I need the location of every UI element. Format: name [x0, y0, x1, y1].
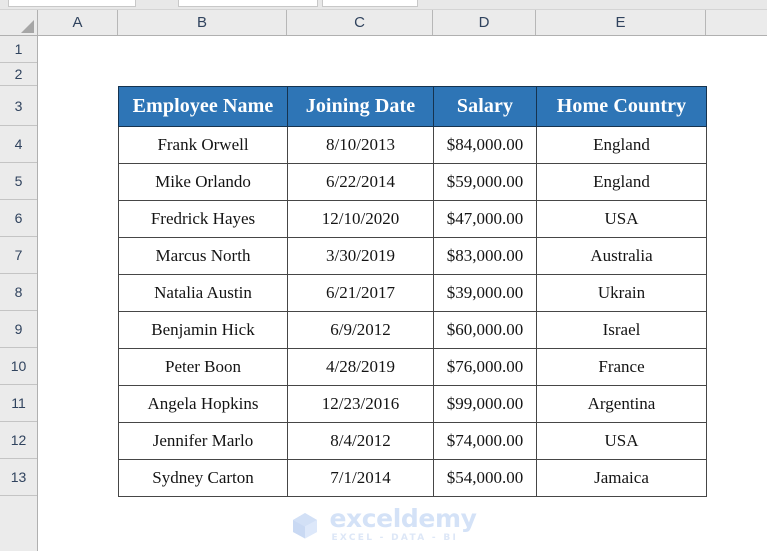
cell-salary[interactable]: $47,000.00: [433, 200, 537, 238]
cell-joining-date[interactable]: 3/30/2019: [287, 237, 434, 275]
row-header-5[interactable]: 5: [0, 163, 37, 200]
cell-home-country[interactable]: England: [536, 126, 707, 164]
ribbon-control-2[interactable]: [178, 0, 318, 7]
cell-salary[interactable]: $74,000.00: [433, 422, 537, 460]
cell-home-country[interactable]: England: [536, 163, 707, 201]
table-row[interactable]: Angela Hopkins 12/23/2016 $99,000.00 Arg…: [118, 385, 707, 423]
cell-home-country[interactable]: Israel: [536, 311, 707, 349]
ribbon-control-1[interactable]: [8, 0, 136, 7]
select-all-triangle-icon: [21, 20, 34, 33]
table-row[interactable]: Jennifer Marlo 8/4/2012 $74,000.00 USA: [118, 422, 707, 460]
row-header-2[interactable]: 2: [0, 63, 37, 86]
column-header-e[interactable]: E: [536, 10, 706, 35]
cell-employee-name[interactable]: Frank Orwell: [118, 126, 288, 164]
cell-home-country[interactable]: Argentina: [536, 385, 707, 423]
cell-salary[interactable]: $76,000.00: [433, 348, 537, 386]
row-header-band: 1 2 3 4 5 6 7 8 9 10 11 12 13: [0, 36, 38, 551]
table-row[interactable]: Benjamin Hick 6/9/2012 $60,000.00 Israel: [118, 311, 707, 349]
cell-joining-date[interactable]: 8/10/2013: [287, 126, 434, 164]
cell-employee-name[interactable]: Jennifer Marlo: [118, 422, 288, 460]
column-header-employee-name: Employee Name: [118, 86, 288, 127]
cell-employee-name[interactable]: Fredrick Hayes: [118, 200, 288, 238]
row-header-4[interactable]: 4: [0, 126, 37, 163]
table-body: Frank Orwell 8/10/2013 $84,000.00 Englan…: [118, 126, 707, 497]
spreadsheet-app: A B C D E 1 2 3 4 5 6 7 8 9 10 11 12 13: [0, 0, 767, 551]
table-header-row: Employee Name Joining Date Salary Home C…: [118, 86, 707, 127]
cell-home-country[interactable]: France: [536, 348, 707, 386]
column-header-d[interactable]: D: [433, 10, 536, 35]
row-header-7[interactable]: 7: [0, 237, 37, 274]
row-header-3[interactable]: 3: [0, 86, 37, 126]
ribbon-strip: [0, 0, 767, 10]
cell-salary[interactable]: $60,000.00: [433, 311, 537, 349]
cell-employee-name[interactable]: Natalia Austin: [118, 274, 288, 312]
table-row[interactable]: Sydney Carton 7/1/2014 $54,000.00 Jamaic…: [118, 459, 707, 497]
cell-employee-name[interactable]: Benjamin Hick: [118, 311, 288, 349]
table-row[interactable]: Natalia Austin 6/21/2017 $39,000.00 Ukra…: [118, 274, 707, 312]
column-header-c[interactable]: C: [287, 10, 433, 35]
row-header-1[interactable]: 1: [0, 36, 37, 63]
cell-home-country[interactable]: USA: [536, 422, 707, 460]
column-header-band: A B C D E: [0, 10, 767, 36]
column-header-home-country: Home Country: [536, 86, 707, 127]
table-row[interactable]: Peter Boon 4/28/2019 $76,000.00 France: [118, 348, 707, 386]
cell-joining-date[interactable]: 12/10/2020: [287, 200, 434, 238]
column-header-a[interactable]: A: [38, 10, 118, 35]
cell-employee-name[interactable]: Mike Orlando: [118, 163, 288, 201]
cell-joining-date[interactable]: 12/23/2016: [287, 385, 434, 423]
cell-salary[interactable]: $54,000.00: [433, 459, 537, 497]
cell-joining-date[interactable]: 7/1/2014: [287, 459, 434, 497]
cell-salary[interactable]: $99,000.00: [433, 385, 537, 423]
cell-joining-date[interactable]: 6/9/2012: [287, 311, 434, 349]
column-header-f-partial[interactable]: [706, 10, 767, 35]
row-header-11[interactable]: 11: [0, 385, 37, 422]
row-header-9[interactable]: 9: [0, 311, 37, 348]
table-row[interactable]: Marcus North 3/30/2019 $83,000.00 Austra…: [118, 237, 707, 275]
cell-home-country[interactable]: Jamaica: [536, 459, 707, 497]
row-header-10[interactable]: 10: [0, 348, 37, 385]
ribbon-control-3[interactable]: [322, 0, 418, 7]
cell-home-country[interactable]: Australia: [536, 237, 707, 275]
column-header-b[interactable]: B: [118, 10, 287, 35]
cell-joining-date[interactable]: 4/28/2019: [287, 348, 434, 386]
select-all-corner[interactable]: [0, 10, 38, 35]
cell-home-country[interactable]: USA: [536, 200, 707, 238]
cell-employee-name[interactable]: Angela Hopkins: [118, 385, 288, 423]
cell-employee-name[interactable]: Sydney Carton: [118, 459, 288, 497]
row-header-13[interactable]: 13: [0, 459, 37, 496]
table-row[interactable]: Frank Orwell 8/10/2013 $84,000.00 Englan…: [118, 126, 707, 164]
row-header-6[interactable]: 6: [0, 200, 37, 237]
row-header-12[interactable]: 12: [0, 422, 37, 459]
cell-salary[interactable]: $83,000.00: [433, 237, 537, 275]
cell-joining-date[interactable]: 6/21/2017: [287, 274, 434, 312]
cell-salary[interactable]: $84,000.00: [433, 126, 537, 164]
cell-employee-name[interactable]: Marcus North: [118, 237, 288, 275]
cell-home-country[interactable]: Ukrain: [536, 274, 707, 312]
column-header-salary: Salary: [433, 86, 537, 127]
cell-joining-date[interactable]: 6/22/2014: [287, 163, 434, 201]
table-row[interactable]: Mike Orlando 6/22/2014 $59,000.00 Englan…: [118, 163, 707, 201]
sheet-canvas[interactable]: Employee Name Joining Date Salary Home C…: [39, 36, 767, 551]
cell-joining-date[interactable]: 8/4/2012: [287, 422, 434, 460]
column-header-joining-date: Joining Date: [287, 86, 434, 127]
employee-data-table: Employee Name Joining Date Salary Home C…: [118, 86, 707, 497]
row-header-8[interactable]: 8: [0, 274, 37, 311]
table-row[interactable]: Fredrick Hayes 12/10/2020 $47,000.00 USA: [118, 200, 707, 238]
cell-employee-name[interactable]: Peter Boon: [118, 348, 288, 386]
cell-salary[interactable]: $59,000.00: [433, 163, 537, 201]
cell-salary[interactable]: $39,000.00: [433, 274, 537, 312]
